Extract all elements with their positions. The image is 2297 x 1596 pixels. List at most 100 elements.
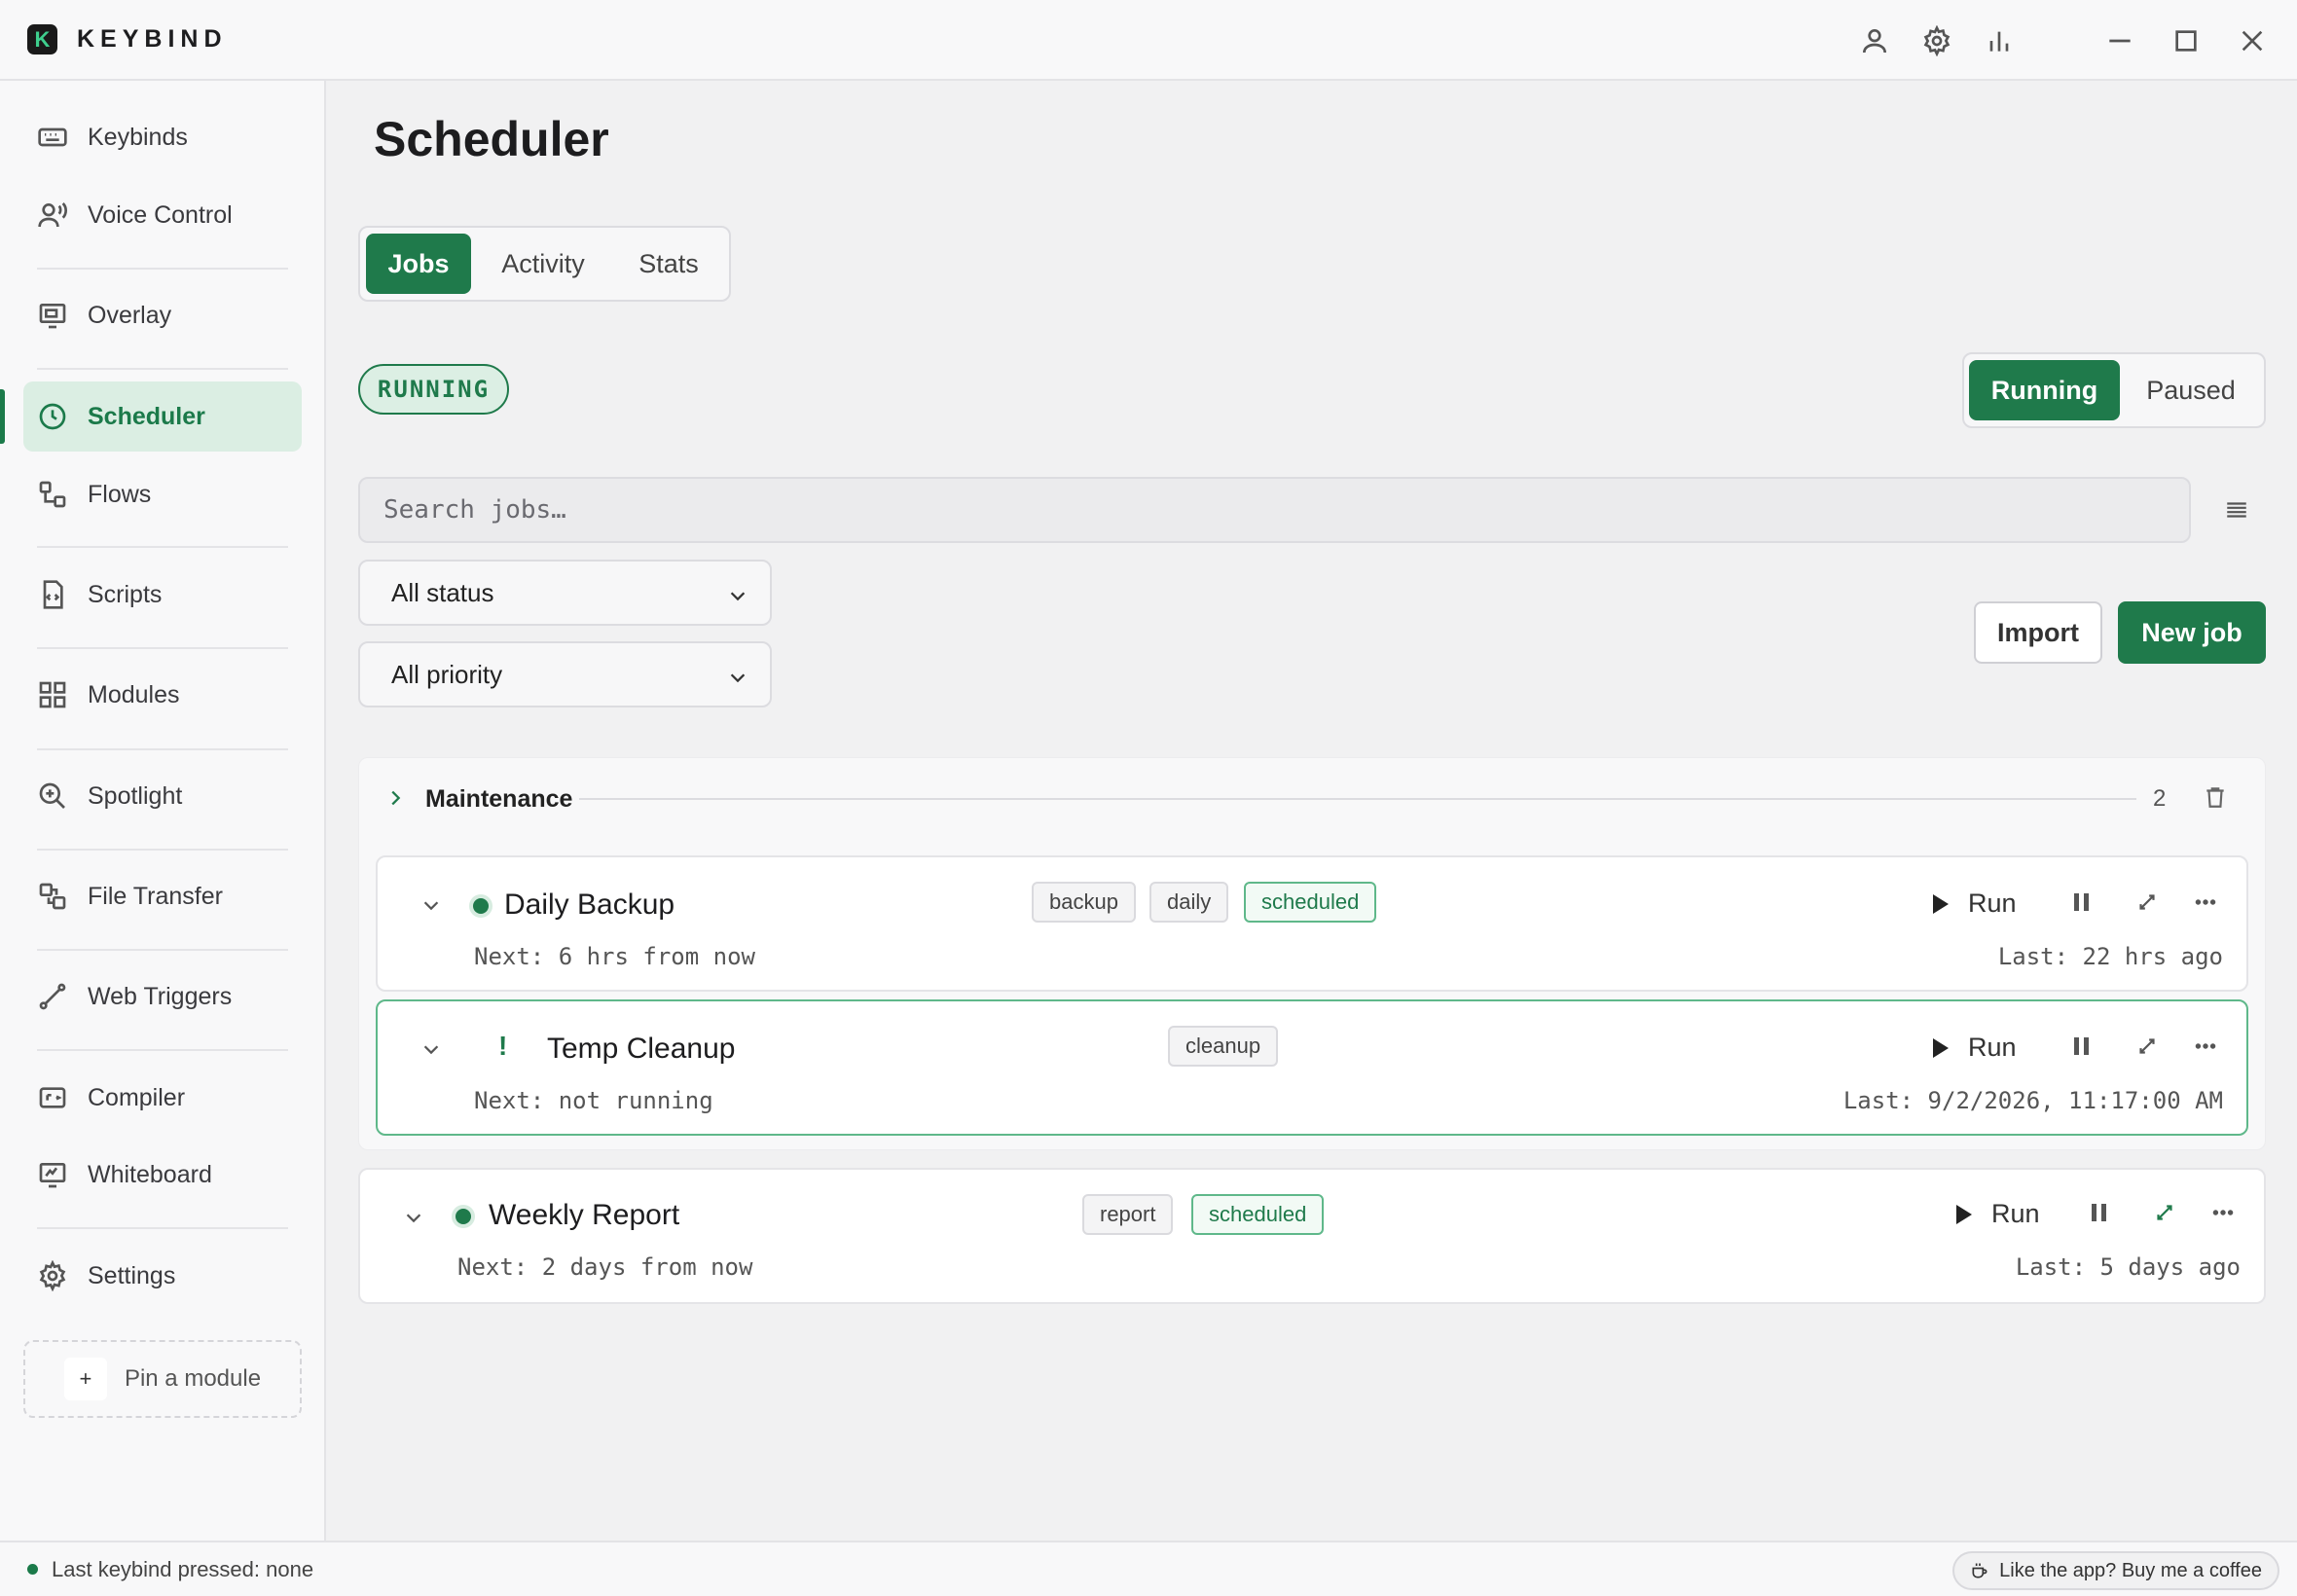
divider bbox=[37, 268, 288, 270]
app-logo: K bbox=[27, 24, 57, 54]
sidebar-item-label: Compiler bbox=[88, 1083, 186, 1111]
priority-filter-select[interactable]: All priority bbox=[358, 641, 772, 707]
last-run-text: Last: 22 hrs ago bbox=[1997, 943, 2223, 970]
expand-icon[interactable] bbox=[2132, 887, 2163, 918]
chevron-down-icon[interactable] bbox=[403, 1207, 426, 1230]
maximize-icon[interactable] bbox=[2155, 10, 2217, 72]
sidebar-item-label: Web Triggers bbox=[88, 982, 233, 1010]
sidebar-item-label: Voice Control bbox=[88, 200, 233, 229]
running-toggle-button[interactable]: Running bbox=[1969, 360, 2120, 420]
sidebar-item-label: Overlay bbox=[88, 301, 172, 329]
chevron-down-icon[interactable] bbox=[420, 894, 444, 918]
job-name: Daily Backup bbox=[504, 889, 675, 921]
tag: scheduled bbox=[1244, 882, 1377, 923]
run-button[interactable]: Run bbox=[1933, 889, 2017, 919]
play-icon bbox=[1933, 893, 1949, 914]
sidebar-item-scripts[interactable]: Scripts bbox=[23, 560, 302, 630]
compiler-icon bbox=[14, 1082, 91, 1113]
bar-chart-icon[interactable] bbox=[1968, 10, 2030, 72]
sidebar-item-whiteboard[interactable]: Whiteboard bbox=[23, 1140, 302, 1210]
expand-icon[interactable] bbox=[2149, 1197, 2180, 1228]
divider bbox=[37, 949, 288, 951]
tag: scheduled bbox=[1191, 1194, 1325, 1235]
sidebar-item-modules[interactable]: Modules bbox=[23, 660, 302, 730]
pause-icon[interactable] bbox=[2065, 1031, 2096, 1062]
warning-icon: ! bbox=[498, 1031, 508, 1061]
tag: report bbox=[1082, 1194, 1174, 1235]
divider bbox=[579, 798, 2136, 800]
trash-icon[interactable] bbox=[2203, 784, 2230, 812]
pause-icon[interactable] bbox=[2065, 887, 2096, 918]
gear-icon[interactable] bbox=[1906, 10, 1968, 72]
divider bbox=[37, 1227, 288, 1229]
sidebar-item-label: Spotlight bbox=[88, 781, 183, 810]
divider bbox=[37, 1049, 288, 1051]
buy-coffee-button[interactable]: Like the app? Buy me a coffee bbox=[1952, 1551, 2279, 1590]
pin-module-button[interactable]: + Pin a module bbox=[23, 1340, 302, 1418]
flow-icon bbox=[14, 479, 91, 510]
status-filter-select[interactable]: All status bbox=[358, 560, 772, 626]
sidebar-item-label: Flows bbox=[88, 480, 152, 508]
sidebar-item-overlay[interactable]: Overlay bbox=[23, 280, 302, 350]
job-card[interactable]: Daily Backup backup daily scheduled Run … bbox=[376, 855, 2248, 992]
status-filter-value: All status bbox=[391, 577, 494, 607]
play-icon bbox=[1956, 1204, 1972, 1224]
sidebar-item-spotlight[interactable]: Spotlight bbox=[23, 761, 302, 831]
divider bbox=[37, 647, 288, 649]
close-icon[interactable] bbox=[2221, 10, 2283, 72]
last-run-text: Last: 9/2/2026, 11:17:00 AM bbox=[1842, 1087, 2223, 1114]
sidebar-item-label: Whiteboard bbox=[88, 1160, 212, 1188]
chevron-down-icon bbox=[727, 665, 748, 686]
run-button[interactable]: Run bbox=[1956, 1199, 2040, 1229]
title-bar: K KEYBIND bbox=[0, 0, 2297, 81]
import-button[interactable]: Import bbox=[1974, 601, 2102, 664]
job-card[interactable]: Weekly Report report scheduled Run Next:… bbox=[358, 1168, 2266, 1304]
sidebar-item-label: File Transfer bbox=[88, 882, 223, 910]
chevron-right-icon[interactable] bbox=[384, 787, 406, 809]
sidebar-item-flows[interactable]: Flows bbox=[23, 459, 302, 529]
more-options-icon[interactable] bbox=[2190, 887, 2221, 918]
plus-icon: + bbox=[63, 1358, 107, 1400]
sidebar-item-label: Scripts bbox=[88, 580, 163, 608]
tab-activity[interactable]: Activity bbox=[471, 234, 615, 294]
next-run-text: Next: 6 hrs from now bbox=[474, 943, 755, 970]
tag: backup bbox=[1032, 882, 1136, 923]
scheduler-state-toggle: Running Paused bbox=[1962, 352, 2266, 428]
search-input[interactable] bbox=[358, 477, 2191, 543]
chevron-down-icon[interactable] bbox=[420, 1038, 444, 1062]
job-card[interactable]: ! Temp Cleanup cleanup Run Next: not run… bbox=[376, 999, 2248, 1136]
sidebar-item-scheduler[interactable]: Scheduler bbox=[23, 381, 302, 452]
more-options-icon[interactable] bbox=[2190, 1031, 2221, 1062]
sidebar-item-file-transfer[interactable]: File Transfer bbox=[23, 861, 302, 931]
divider bbox=[37, 368, 288, 370]
sidebar-item-voice-control[interactable]: Voice Control bbox=[23, 180, 302, 250]
sidebar-item-web-triggers[interactable]: Web Triggers bbox=[23, 961, 302, 1032]
tag: daily bbox=[1149, 882, 1229, 923]
user-icon[interactable] bbox=[1843, 10, 1906, 72]
status-text: Last keybind pressed: none bbox=[52, 1556, 314, 1581]
clock-icon bbox=[14, 401, 91, 432]
pause-icon[interactable] bbox=[2083, 1197, 2114, 1228]
sidebar-item-keybinds[interactable]: Keybinds bbox=[23, 102, 302, 172]
divider bbox=[37, 546, 288, 548]
list-view-icon[interactable] bbox=[2219, 492, 2254, 527]
new-job-button[interactable]: New job bbox=[2118, 601, 2266, 664]
run-button[interactable]: Run bbox=[1933, 1033, 2017, 1063]
sidebar: Keybinds Voice Control Overlay Scheduler… bbox=[0, 81, 326, 1541]
tab-bar: Jobs Activity Stats bbox=[358, 226, 731, 302]
paused-toggle-button[interactable]: Paused bbox=[2120, 360, 2262, 420]
tab-stats[interactable]: Stats bbox=[615, 234, 722, 294]
expand-icon[interactable] bbox=[2132, 1031, 2163, 1062]
status-dot-active bbox=[456, 1209, 471, 1224]
more-options-icon[interactable] bbox=[2207, 1197, 2239, 1228]
tag: cleanup bbox=[1168, 1026, 1279, 1067]
brand: K KEYBIND bbox=[27, 24, 228, 54]
sidebar-item-compiler[interactable]: Compiler bbox=[23, 1063, 302, 1133]
job-name: Weekly Report bbox=[489, 1199, 680, 1231]
sidebar-item-settings[interactable]: Settings bbox=[23, 1241, 302, 1311]
tab-jobs[interactable]: Jobs bbox=[366, 234, 471, 294]
last-run-text: Last: 5 days ago bbox=[2015, 1253, 2241, 1281]
run-label: Run bbox=[1968, 889, 2017, 918]
grid-icon bbox=[14, 679, 91, 710]
minimize-icon[interactable] bbox=[2089, 10, 2151, 72]
